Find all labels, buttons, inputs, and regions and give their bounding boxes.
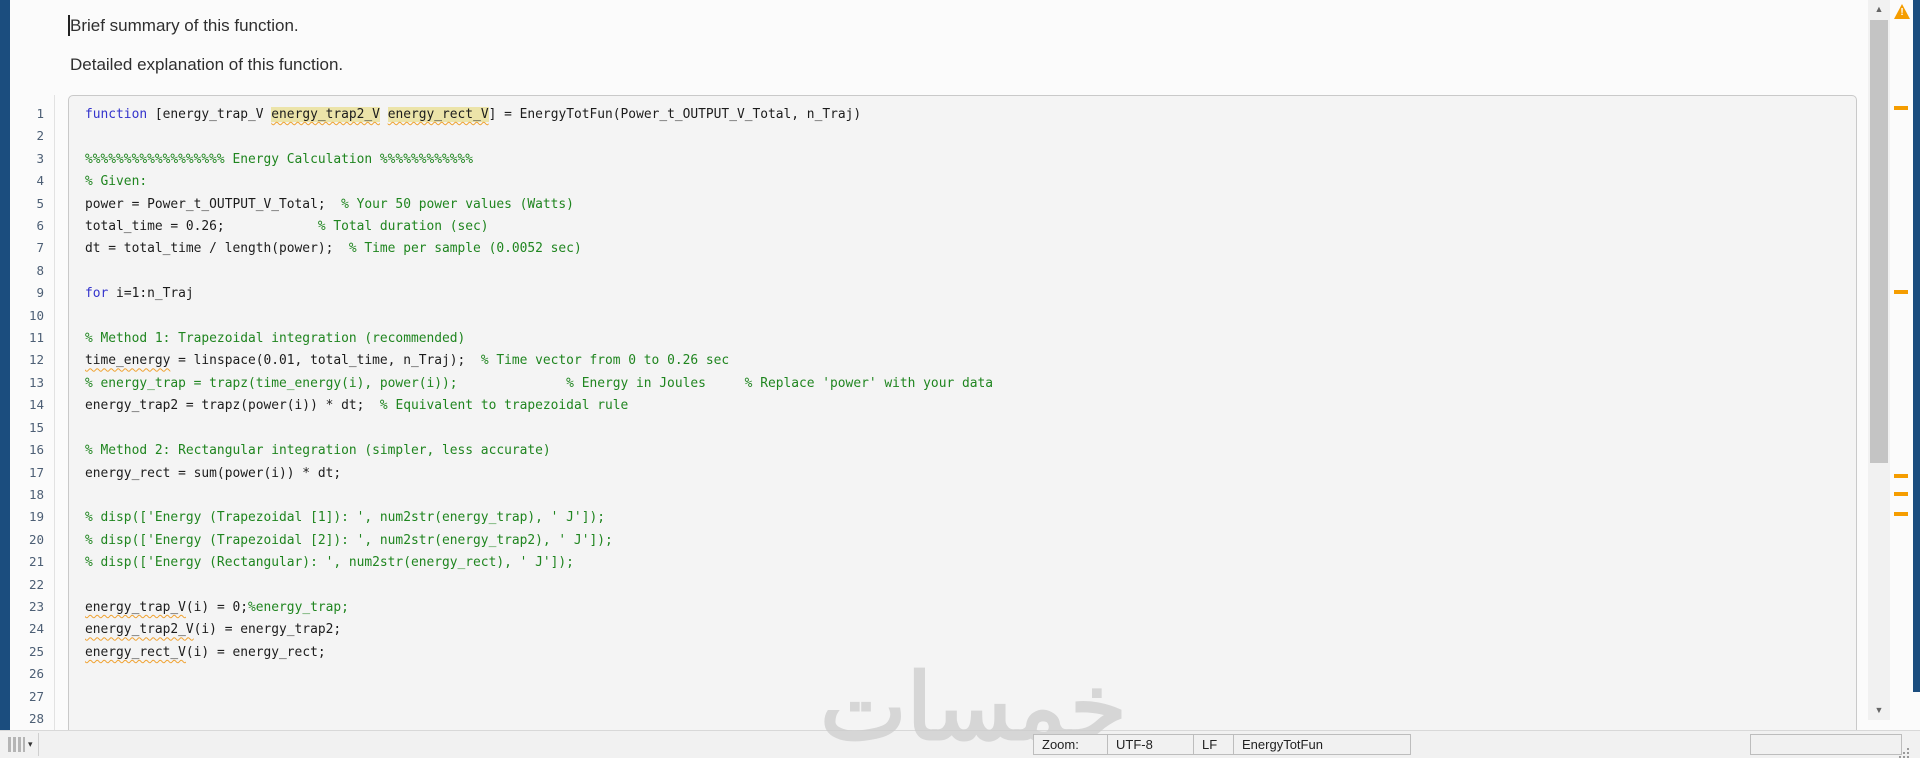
code-line[interactable]: % Method 2: Rectangular integration (sim…: [85, 440, 1848, 462]
line-number: 28: [28, 710, 44, 726]
code-line[interactable]: for i=1:n_Traj: [85, 283, 1848, 305]
code-editor[interactable]: function [energy_trap_V energy_trap2_V e…: [68, 95, 1857, 740]
status-encoding[interactable]: UTF-8: [1107, 734, 1194, 755]
window-edge-left: [0, 0, 10, 730]
scrollbar-thumb[interactable]: [1870, 20, 1888, 463]
warning-rail: !: [1892, 0, 1912, 730]
line-number: 13: [28, 374, 44, 390]
code-line[interactable]: energy_trap2_V(i) = energy_trap2;: [85, 619, 1848, 641]
line-number: 23: [28, 598, 44, 614]
code-line[interactable]: % disp(['Energy (Rectangular): ', num2st…: [85, 552, 1848, 574]
window-edge-right: [1913, 0, 1920, 692]
warning-marker[interactable]: [1894, 492, 1908, 496]
function-detailed-explanation[interactable]: Detailed explanation of this function.: [70, 55, 343, 75]
function-brief-summary[interactable]: Brief summary of this function.: [70, 16, 299, 36]
line-number: 4: [36, 173, 44, 189]
scroll-up-icon[interactable]: ▲: [1868, 0, 1890, 18]
line-number: 9: [36, 285, 44, 301]
status-zoom-level[interactable]: Zoom: 100%: [1033, 734, 1108, 758]
line-number: 17: [28, 464, 44, 480]
line-number: 8: [36, 262, 44, 278]
code-line[interactable]: % Method 1: Trapezoidal integration (rec…: [85, 328, 1848, 350]
line-number: 12: [28, 352, 44, 368]
line-number: 21: [28, 554, 44, 570]
line-number: 7: [36, 240, 44, 256]
code-line[interactable]: dt = total_time / length(power); % Time …: [85, 238, 1848, 260]
line-number-gutter: 1 2 3 4 5 6 7 8 9 10 11 12 13 14 15 16 17 18 19 20 21 22 23 24 2…: [10, 103, 44, 730]
code-line[interactable]: energy_trap_V(i) = 0;%energy_trap;: [85, 597, 1848, 619]
line-number: 3: [36, 150, 44, 166]
vertical-scrollbar[interactable]: ▲ ▼: [1868, 0, 1890, 720]
code-line[interactable]: [85, 306, 1848, 328]
line-number: 19: [28, 509, 44, 525]
status-empty-box: [1750, 734, 1902, 755]
code-line[interactable]: % energy_trap = trapz(time_energy(i), po…: [85, 373, 1848, 395]
code-lines[interactable]: function [energy_trap_V energy_trap2_V e…: [85, 104, 1848, 731]
matlab-editor-window: Brief summary of this function. Detailed…: [0, 0, 1920, 758]
code-line[interactable]: [85, 485, 1848, 507]
line-number: 27: [28, 688, 44, 704]
line-number: 26: [28, 666, 44, 682]
text-caret: [68, 15, 70, 36]
scroll-down-icon[interactable]: ▼: [1868, 701, 1890, 719]
code-line[interactable]: [85, 575, 1848, 597]
line-number: 25: [28, 643, 44, 659]
code-line[interactable]: % disp(['Energy (Trapezoidal [1]): ', nu…: [85, 507, 1848, 529]
status-bar-items: ▾ Zoom: 100% UTF-8 LF EnergyTotFun: [0, 730, 1920, 758]
warning-marker[interactable]: [1894, 106, 1908, 110]
columns-widget[interactable]: ▾: [8, 735, 33, 753]
warning-marker[interactable]: [1894, 290, 1908, 294]
line-number: 5: [36, 195, 44, 211]
line-number: 16: [28, 442, 44, 458]
line-number: 6: [36, 218, 44, 234]
line-number: 15: [28, 419, 44, 435]
code-line[interactable]: time_energy = linspace(0.01, total_time,…: [85, 350, 1848, 372]
warning-marker[interactable]: [1894, 512, 1908, 516]
warning-exclamation: !: [1900, 7, 1904, 18]
code-line[interactable]: [85, 418, 1848, 440]
line-number: 18: [28, 486, 44, 502]
columns-icon: [8, 736, 25, 752]
code-line[interactable]: function [energy_trap_V energy_trap2_V e…: [85, 104, 1848, 126]
code-line[interactable]: energy_rect = sum(power(i)) * dt;: [85, 463, 1848, 485]
line-number: 11: [28, 330, 44, 346]
status-filename[interactable]: EnergyTotFun: [1233, 734, 1411, 755]
line-number: 10: [28, 307, 44, 323]
code-line[interactable]: % disp(['Energy (Trapezoidal [2]): ', nu…: [85, 530, 1848, 552]
line-number: 22: [28, 576, 44, 592]
line-number: 20: [28, 531, 44, 547]
warning-triangle-icon[interactable]: !: [1894, 4, 1910, 19]
code-line[interactable]: %%%%%%%%%%%%%%%%%% Energy Calculation %%…: [85, 149, 1848, 171]
dropdown-arrow-icon: ▾: [28, 738, 33, 749]
code-line[interactable]: total_time = 0.26; % Total duration (sec…: [85, 216, 1848, 238]
line-number: 2: [36, 128, 44, 144]
line-number: 1: [36, 106, 44, 121]
code-line[interactable]: [85, 261, 1848, 283]
code-line[interactable]: power = Power_t_OUTPUT_V_Total; % Your 5…: [85, 194, 1848, 216]
code-line[interactable]: % Given:: [85, 171, 1848, 193]
line-number: 24: [28, 621, 44, 637]
warning-marker[interactable]: [1894, 474, 1908, 478]
code-line[interactable]: energy_trap2 = trapz(power(i)) * dt; % E…: [85, 395, 1848, 417]
code-line[interactable]: [85, 126, 1848, 148]
resize-grip-icon[interactable]: [1907, 748, 1915, 756]
statusbar-divider: [38, 733, 39, 756]
status-line-ending[interactable]: LF: [1193, 734, 1234, 755]
line-number: 14: [28, 397, 44, 413]
gutter-divider: [54, 95, 55, 730]
